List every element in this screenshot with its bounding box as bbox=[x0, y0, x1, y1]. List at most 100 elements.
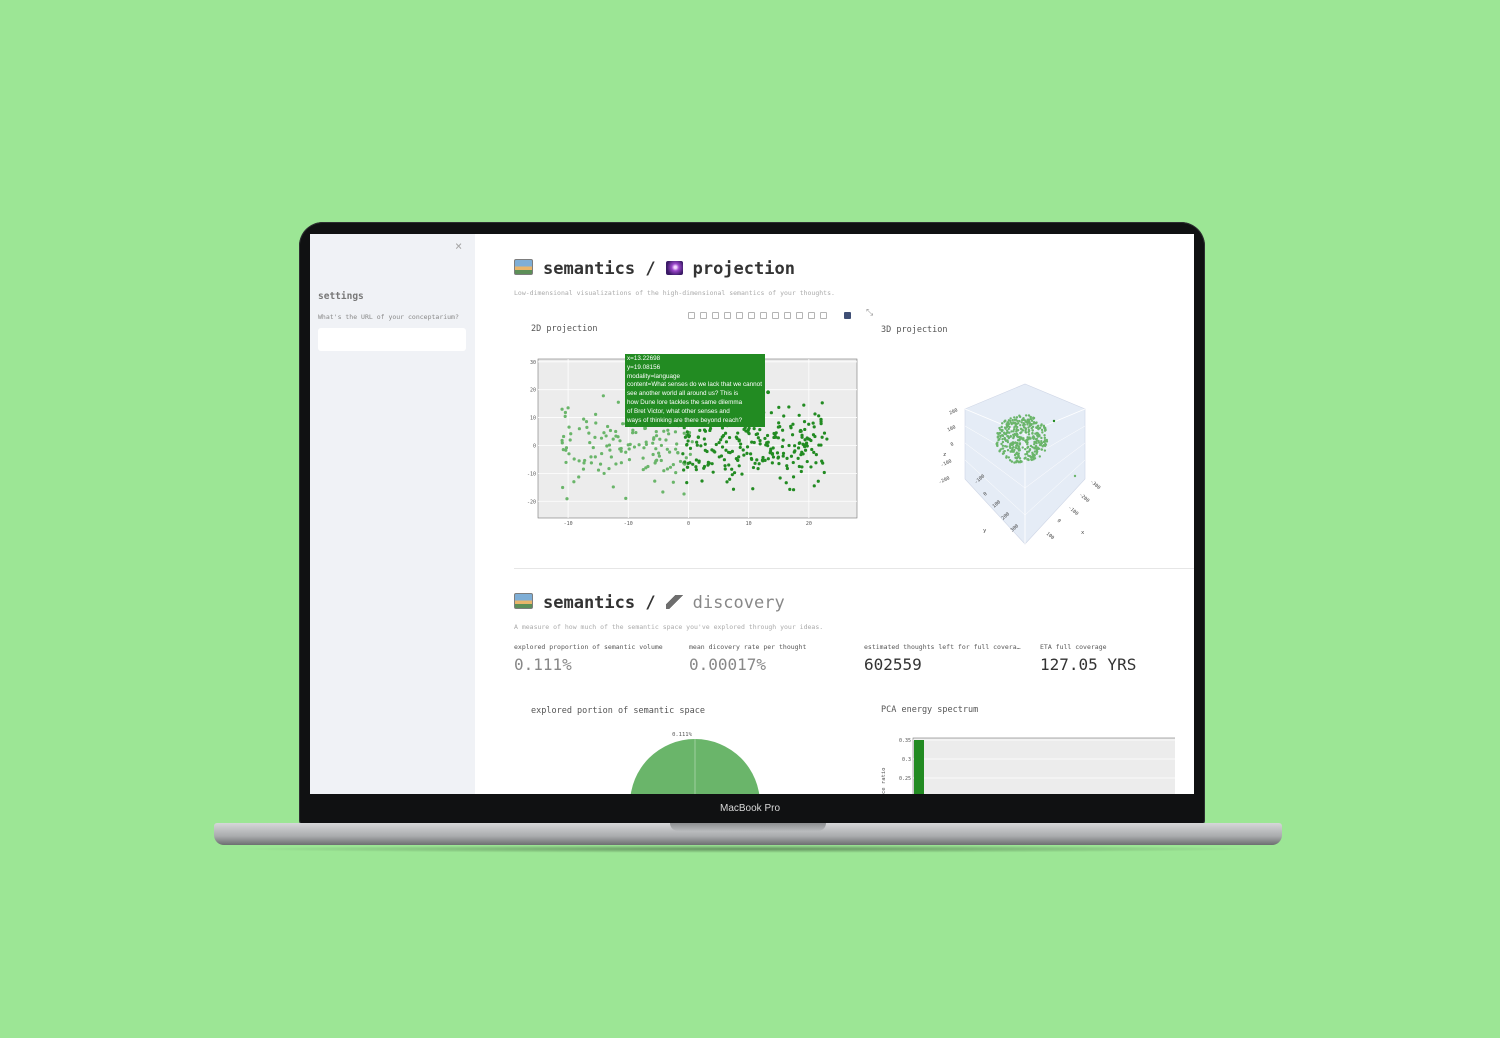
plot3d-point bbox=[1044, 443, 1048, 446]
plot2d-point bbox=[567, 425, 571, 429]
conceptarium-url-input[interactable] bbox=[318, 328, 466, 351]
plot3d-point bbox=[1007, 422, 1011, 426]
plot2d-point bbox=[673, 430, 678, 434]
plot2d-point bbox=[738, 445, 742, 450]
plot2d-point bbox=[796, 446, 801, 450]
plot3d-point bbox=[1031, 429, 1034, 432]
autoscale-icon[interactable] bbox=[772, 312, 779, 319]
plot3d-point bbox=[1044, 428, 1047, 431]
plot3d-point bbox=[1018, 415, 1022, 419]
plot2d-xtick: 0 bbox=[687, 521, 690, 527]
plot2d-point bbox=[589, 461, 594, 465]
plot2d-point bbox=[800, 465, 804, 469]
zoom-in-icon[interactable] bbox=[748, 312, 755, 319]
plot2d-point bbox=[816, 479, 820, 483]
plot2d-point bbox=[735, 436, 739, 441]
plot2d-point bbox=[822, 470, 826, 475]
plot2d-point bbox=[799, 469, 803, 474]
plot3d-point bbox=[1073, 474, 1077, 478]
plot2d-ytick: 10 bbox=[530, 416, 536, 422]
plot2d-point bbox=[720, 435, 724, 439]
pca-ytick: 0.3 bbox=[902, 757, 911, 763]
plot2d-point bbox=[587, 431, 591, 435]
plot2d-point bbox=[817, 443, 821, 447]
telescope-icon bbox=[665, 595, 683, 609]
plot3d-point bbox=[1028, 429, 1031, 433]
plot2d-point bbox=[787, 443, 791, 448]
plot3d-point bbox=[997, 433, 1000, 436]
plot3d-point bbox=[1003, 437, 1007, 441]
plot2d-point bbox=[796, 456, 800, 460]
plot3d-point bbox=[1005, 423, 1008, 426]
hover-closest-icon[interactable] bbox=[808, 312, 815, 319]
plot3d-zlabel: z bbox=[943, 452, 946, 458]
plot3d-point bbox=[1007, 427, 1010, 431]
plot2d-point bbox=[787, 405, 791, 409]
plot2d-point bbox=[683, 460, 687, 464]
pan-icon[interactable] bbox=[712, 312, 719, 319]
plot2d-point bbox=[812, 425, 816, 429]
plot2d-point bbox=[727, 463, 731, 467]
plot2d-point bbox=[682, 492, 686, 496]
plot3d-point bbox=[1002, 431, 1006, 434]
pie-chart[interactable]: 0.111% bbox=[610, 727, 770, 794]
plot2d-point bbox=[682, 468, 686, 472]
plot2d-point bbox=[694, 465, 698, 469]
tooltip-line: see another world all around us? This is bbox=[627, 390, 739, 398]
plot3d-point bbox=[1024, 414, 1028, 417]
plot3d-point bbox=[1018, 447, 1021, 450]
metric-label-thoughts-left: estimated thoughts left for full covera… bbox=[864, 643, 1021, 651]
plot2d-point bbox=[577, 427, 581, 431]
tooltip-line: ways of thinking are there beyond reach? bbox=[627, 416, 743, 424]
plot2d-point bbox=[807, 422, 811, 426]
plot2d-point bbox=[708, 426, 713, 431]
plot3d-point bbox=[1030, 427, 1033, 430]
plot2d-point bbox=[665, 447, 669, 451]
plot3d-point bbox=[1031, 455, 1034, 459]
plot2d-point bbox=[583, 458, 587, 463]
plot2d-point bbox=[764, 443, 768, 447]
home-icon[interactable] bbox=[784, 312, 791, 319]
plot3d-point bbox=[997, 438, 1000, 442]
plot2d-point bbox=[572, 457, 576, 461]
zoom-out-icon[interactable] bbox=[760, 312, 767, 319]
plot3d-point bbox=[1021, 424, 1025, 427]
plot2d-point bbox=[654, 459, 658, 463]
plot3d-point bbox=[1019, 431, 1022, 435]
hover-compare-icon[interactable] bbox=[820, 312, 827, 319]
plot3d-point bbox=[999, 428, 1002, 431]
plot2d-point bbox=[651, 452, 655, 457]
plot2d-point bbox=[810, 447, 814, 452]
spike-icon[interactable] bbox=[796, 312, 803, 319]
fullscreen-icon[interactable]: ⤡ bbox=[866, 308, 873, 318]
plot2d-hovered-point bbox=[765, 389, 771, 395]
zoom-icon[interactable] bbox=[700, 312, 707, 319]
metric-label-eta: ETA full coverage bbox=[1040, 643, 1107, 651]
plot2d-point bbox=[698, 428, 702, 432]
plot3d-point bbox=[1024, 420, 1028, 423]
plot2d-point bbox=[800, 435, 804, 439]
plot3d-point bbox=[1032, 417, 1035, 420]
plot2d-ytick: 0 bbox=[533, 443, 536, 449]
pie-slice-label: 0.111% bbox=[672, 732, 693, 738]
plot2d-point bbox=[809, 438, 813, 443]
plot3d[interactable]: 2001000-100-200z-1000100200300y-300-200-… bbox=[910, 364, 1140, 549]
plot2d-point bbox=[769, 411, 773, 415]
plot2d-point bbox=[563, 410, 568, 415]
plot3d-point bbox=[1012, 435, 1015, 439]
plot2d-point bbox=[662, 469, 666, 473]
camera-icon[interactable] bbox=[688, 312, 695, 319]
pca-bar-chart[interactable]: 0.35 0.3 0.25 ce ratio bbox=[865, 734, 1175, 794]
plot2d-point bbox=[730, 473, 734, 477]
plot3d-point bbox=[1020, 421, 1023, 424]
close-sidebar-icon[interactable]: × bbox=[455, 239, 462, 253]
plotly-logo-icon[interactable] bbox=[844, 312, 851, 319]
plot3d-point bbox=[1003, 426, 1007, 429]
lasso-icon[interactable] bbox=[736, 312, 743, 319]
plot2d-point bbox=[683, 435, 688, 439]
plot2d-point bbox=[802, 420, 807, 424]
plot3d-point bbox=[1007, 419, 1011, 422]
plot2d-point bbox=[768, 451, 772, 455]
plot2d-point bbox=[777, 421, 781, 425]
box-select-icon[interactable] bbox=[724, 312, 731, 319]
